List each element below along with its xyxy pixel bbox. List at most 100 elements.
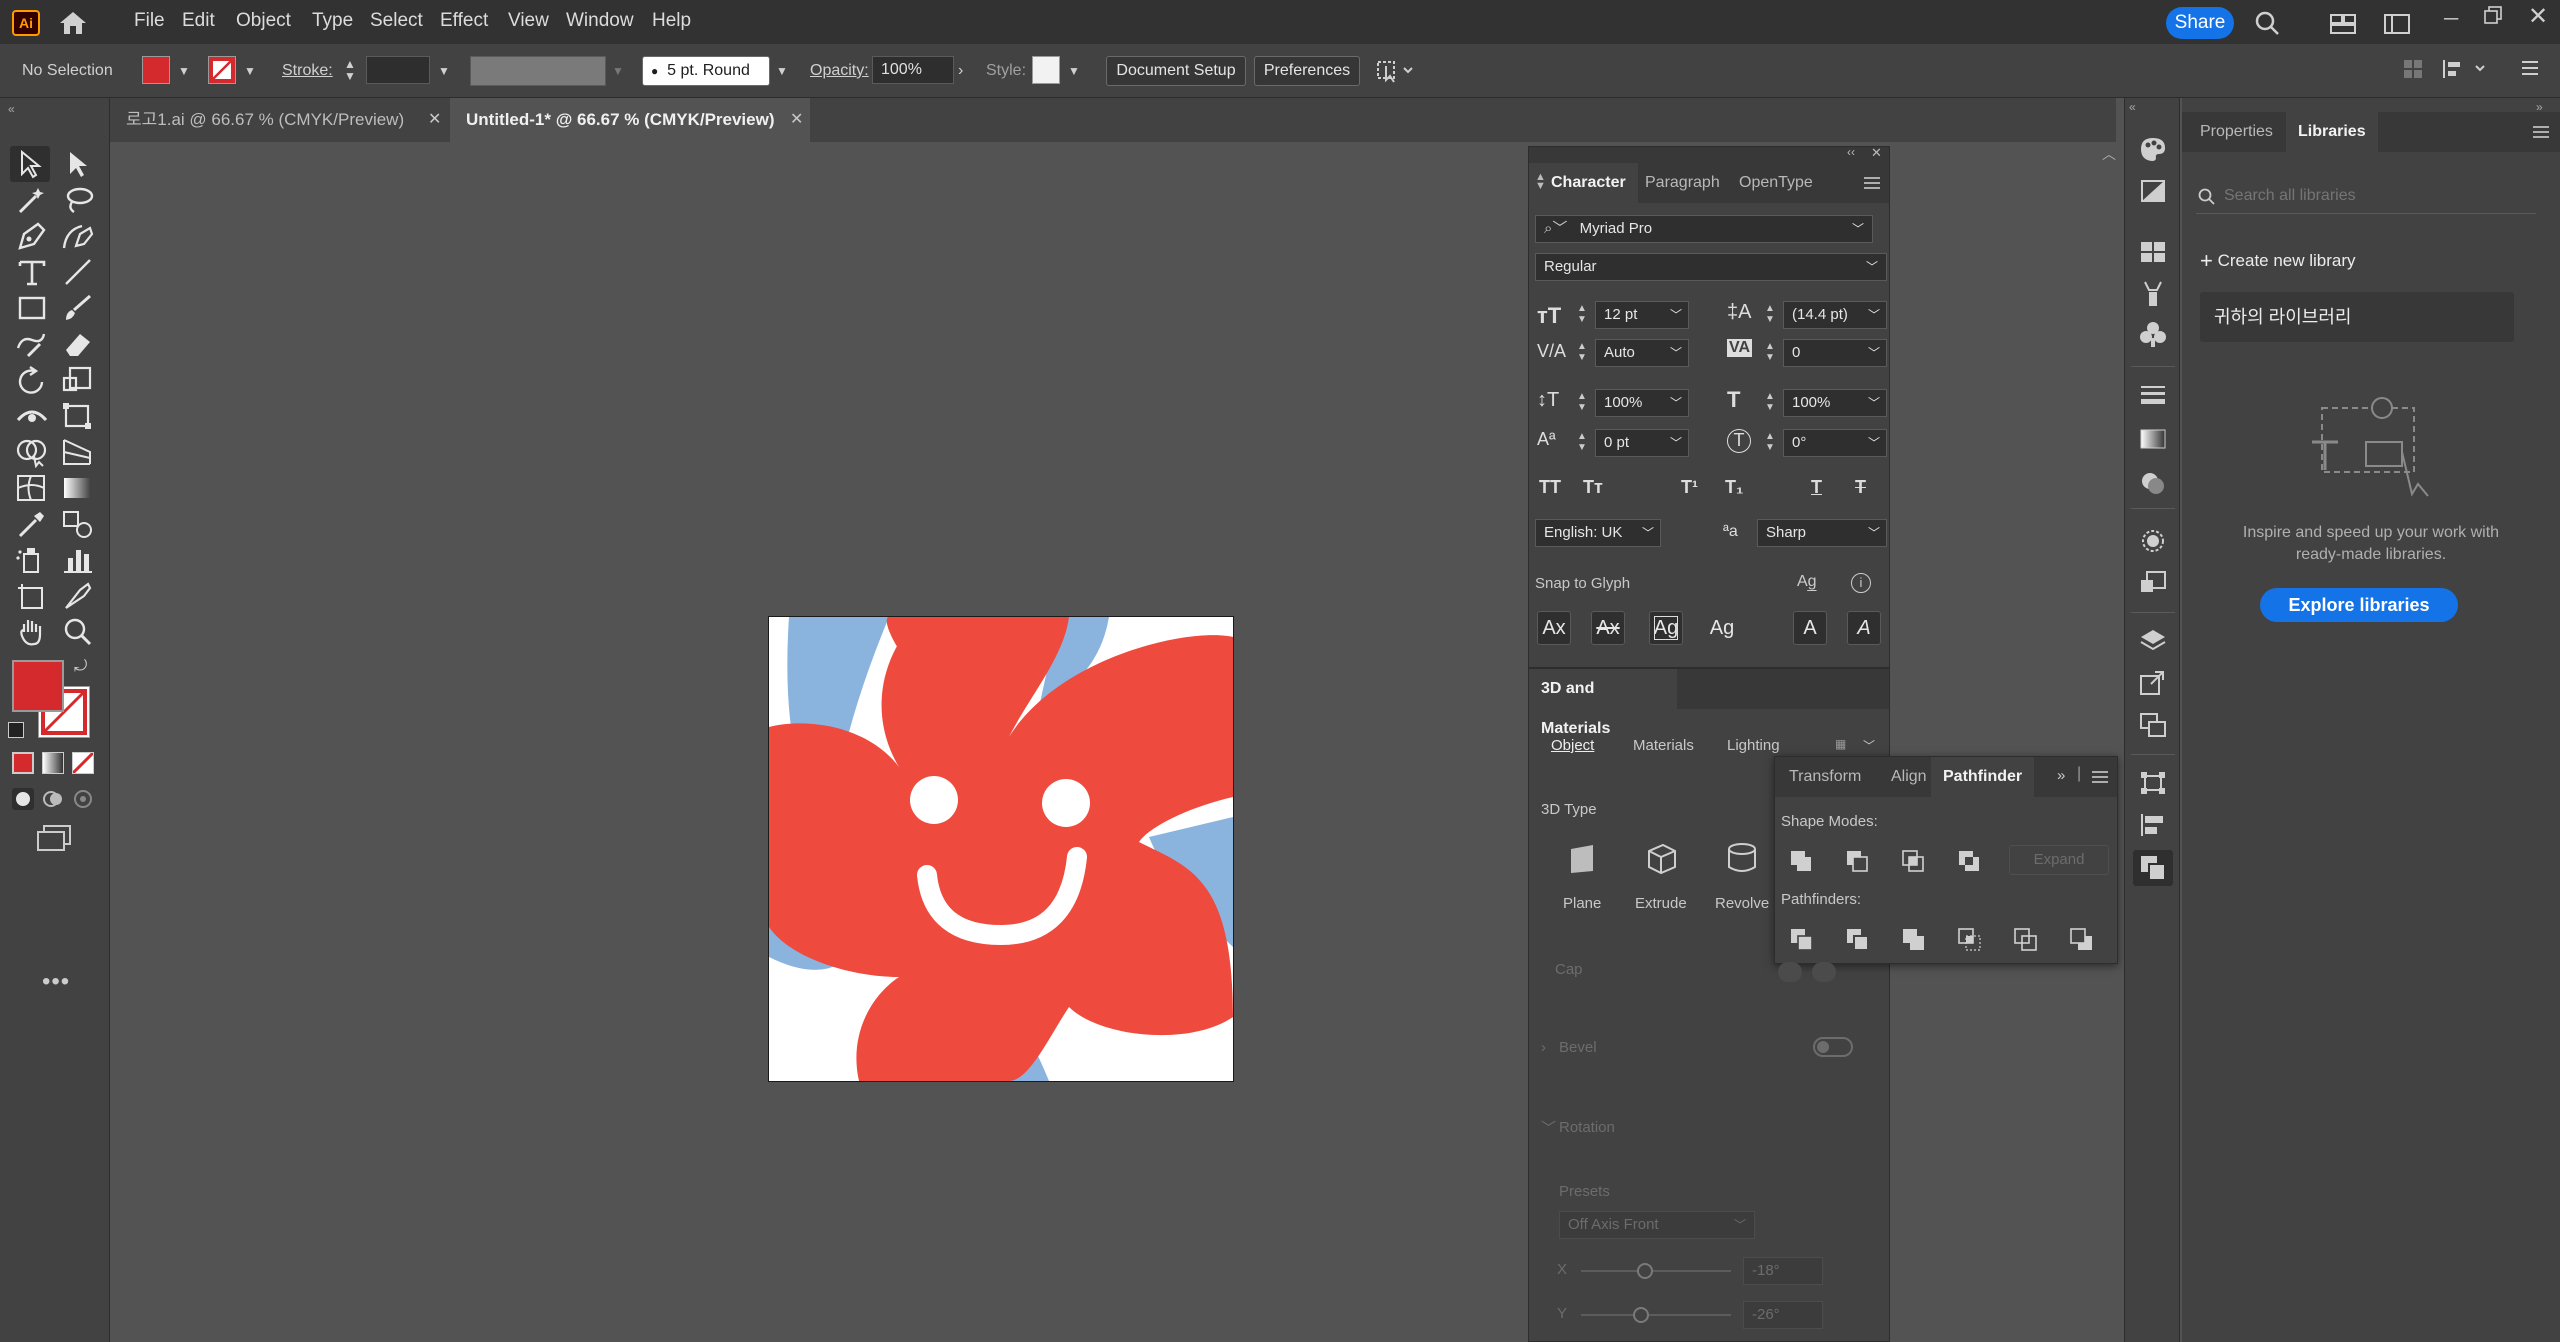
character-rotation-input[interactable]: 0° ﹀ bbox=[1783, 429, 1887, 457]
expand-button[interactable]: Expand bbox=[2009, 845, 2109, 875]
search-icon[interactable] bbox=[2254, 10, 2280, 36]
zoom-tool[interactable] bbox=[60, 616, 96, 648]
scale-tool[interactable] bbox=[60, 364, 96, 396]
snap-anchor-point-icon[interactable]: A bbox=[1847, 611, 1881, 645]
fill-swatch[interactable] bbox=[142, 56, 170, 84]
workspace-icon[interactable] bbox=[2384, 14, 2410, 34]
tab-align[interactable]: Align bbox=[1879, 757, 1939, 797]
divide-icon[interactable] bbox=[1789, 927, 1815, 951]
shape-builder-tool[interactable] bbox=[14, 436, 50, 468]
snap-proximity-guides-icon[interactable]: Ag bbox=[1705, 611, 1739, 645]
extrude-icon[interactable] bbox=[1645, 841, 1679, 875]
library-item[interactable]: 귀하의 라이브러리 bbox=[2200, 292, 2514, 342]
symbol-sprayer-tool[interactable] bbox=[14, 544, 50, 576]
layers-icon[interactable] bbox=[2139, 628, 2167, 654]
artboard[interactable] bbox=[768, 616, 1234, 1082]
column-graph-tool[interactable] bbox=[60, 544, 96, 576]
underline-icon[interactable]: T bbox=[1811, 477, 1822, 498]
font-size-input[interactable]: 12 pt ﹀ bbox=[1595, 301, 1689, 329]
menu-select[interactable]: Select bbox=[370, 10, 423, 32]
variable-width-profile[interactable] bbox=[470, 56, 606, 86]
opacity-input[interactable]: 100% bbox=[872, 56, 954, 84]
intersect-icon[interactable] bbox=[1901, 849, 1925, 873]
stroke-stepper[interactable]: ▲ ▼ bbox=[344, 58, 356, 82]
chevron-down-icon[interactable]: ﹀ bbox=[1863, 737, 1875, 754]
width-tool[interactable] bbox=[14, 400, 50, 432]
subscript-icon[interactable]: T₁ bbox=[1725, 477, 1743, 498]
all-caps-icon[interactable]: TT bbox=[1539, 477, 1561, 498]
explore-libraries-button[interactable]: Explore libraries bbox=[2260, 588, 2458, 622]
anti-aliasing-dropdown[interactable]: Sharp ﹀ bbox=[1757, 519, 1887, 547]
panel-menu-icon[interactable] bbox=[2520, 58, 2540, 78]
outline-icon[interactable] bbox=[2013, 927, 2039, 951]
brushes-icon[interactable] bbox=[2139, 280, 2167, 308]
tab-paragraph[interactable]: Paragraph bbox=[1633, 163, 1732, 203]
home-icon[interactable] bbox=[58, 10, 88, 36]
slice-tool[interactable] bbox=[60, 580, 96, 612]
panel-options-arrows-icon[interactable]: ▲ ▼ bbox=[1535, 172, 1546, 192]
menu-object[interactable]: Object bbox=[236, 10, 291, 32]
share-button[interactable]: Share bbox=[2166, 7, 2234, 39]
tab-properties[interactable]: Properties bbox=[2188, 112, 2285, 152]
draw-normal-icon[interactable] bbox=[12, 788, 34, 810]
collapse-icon[interactable]: « bbox=[8, 102, 15, 116]
y-rotation-input[interactable]: -26° bbox=[1743, 1301, 1823, 1329]
revolve-icon[interactable] bbox=[1725, 841, 1759, 875]
gradient-tool[interactable] bbox=[60, 472, 96, 504]
color-icon[interactable] bbox=[2139, 136, 2167, 162]
chevron-right-icon[interactable]: › bbox=[958, 62, 963, 80]
crop-icon[interactable] bbox=[1957, 927, 1983, 951]
chevron-down-icon[interactable]: ▼ bbox=[1068, 64, 1080, 78]
perspective-grid-tool[interactable] bbox=[60, 436, 96, 468]
paintbrush-tool[interactable] bbox=[60, 292, 96, 324]
tab-3d-materials[interactable]: 3D and Materials bbox=[1529, 669, 1677, 737]
minimize-icon[interactable]: ─ bbox=[2444, 8, 2458, 31]
arrange-documents-icon[interactable] bbox=[2330, 14, 2356, 34]
snap-x-height-icon[interactable]: Ax bbox=[1591, 611, 1625, 645]
horizontal-scale-input[interactable]: 100% ﹀ bbox=[1783, 389, 1887, 417]
document-setup-button[interactable]: Document Setup bbox=[1106, 56, 1246, 86]
stroke-label[interactable]: Stroke: bbox=[282, 62, 333, 80]
font-style-dropdown[interactable]: Regular ﹀ bbox=[1535, 253, 1887, 281]
select-similar-icon[interactable] bbox=[1376, 58, 1416, 84]
cap-on-icon[interactable] bbox=[1778, 962, 1802, 982]
menu-type[interactable]: Type bbox=[312, 10, 353, 32]
chevron-down-icon[interactable]: ▼ bbox=[612, 64, 624, 78]
default-colors-icon[interactable] bbox=[8, 722, 24, 738]
close-icon[interactable]: ✕ bbox=[428, 98, 441, 142]
eraser-tool[interactable] bbox=[60, 328, 96, 360]
align-panel-icon[interactable] bbox=[2139, 812, 2167, 838]
color-guide-icon[interactable] bbox=[2139, 178, 2167, 204]
vertical-scale-stepper[interactable]: ▲ ▼ bbox=[1577, 391, 1587, 413]
graphic-style-swatch[interactable] bbox=[1032, 56, 1060, 84]
y-rotation-slider[interactable] bbox=[1581, 1307, 1731, 1323]
gradient-mode-icon[interactable] bbox=[42, 752, 64, 774]
tracking-input[interactable]: 0 ﹀ bbox=[1783, 339, 1887, 367]
chevron-down-icon[interactable]: ▼ bbox=[438, 64, 450, 78]
panel-menu-icon[interactable] bbox=[2532, 124, 2550, 140]
rectangle-tool[interactable] bbox=[14, 292, 50, 324]
transform-icon[interactable] bbox=[2139, 770, 2167, 796]
library-search-input[interactable] bbox=[2224, 182, 2524, 210]
cap-off-icon[interactable] bbox=[1812, 962, 1836, 982]
gradient-panel-icon[interactable] bbox=[2139, 428, 2167, 450]
snap-glyph-bounds-icon[interactable]: Ag bbox=[1649, 611, 1683, 645]
hand-tool[interactable] bbox=[14, 616, 50, 648]
collapse-icon[interactable]: ‹‹ bbox=[1847, 145, 1855, 159]
tab-materials[interactable]: Materials bbox=[1633, 737, 1694, 754]
small-caps-icon[interactable]: Tᴛ bbox=[1583, 477, 1603, 498]
slider-thumb[interactable] bbox=[1633, 1307, 1649, 1323]
library-search[interactable] bbox=[2196, 178, 2536, 214]
appearance-icon[interactable] bbox=[2139, 528, 2167, 554]
snap-angular-guides-icon[interactable]: A bbox=[1793, 611, 1827, 645]
tab-opentype[interactable]: OpenType bbox=[1727, 163, 1825, 203]
slider-thumb[interactable] bbox=[1637, 1263, 1653, 1279]
chevron-double-right-icon[interactable]: » bbox=[2057, 767, 2065, 784]
tab-libraries[interactable]: Libraries bbox=[2286, 112, 2378, 152]
align-icon[interactable] bbox=[2402, 58, 2424, 80]
swatches-icon[interactable] bbox=[2139, 240, 2167, 264]
x-rotation-slider[interactable] bbox=[1581, 1263, 1731, 1279]
selection-tool[interactable] bbox=[10, 146, 50, 182]
vertical-scale-input[interactable]: 100% ﹀ bbox=[1595, 389, 1689, 417]
unite-icon[interactable] bbox=[1789, 849, 1813, 873]
